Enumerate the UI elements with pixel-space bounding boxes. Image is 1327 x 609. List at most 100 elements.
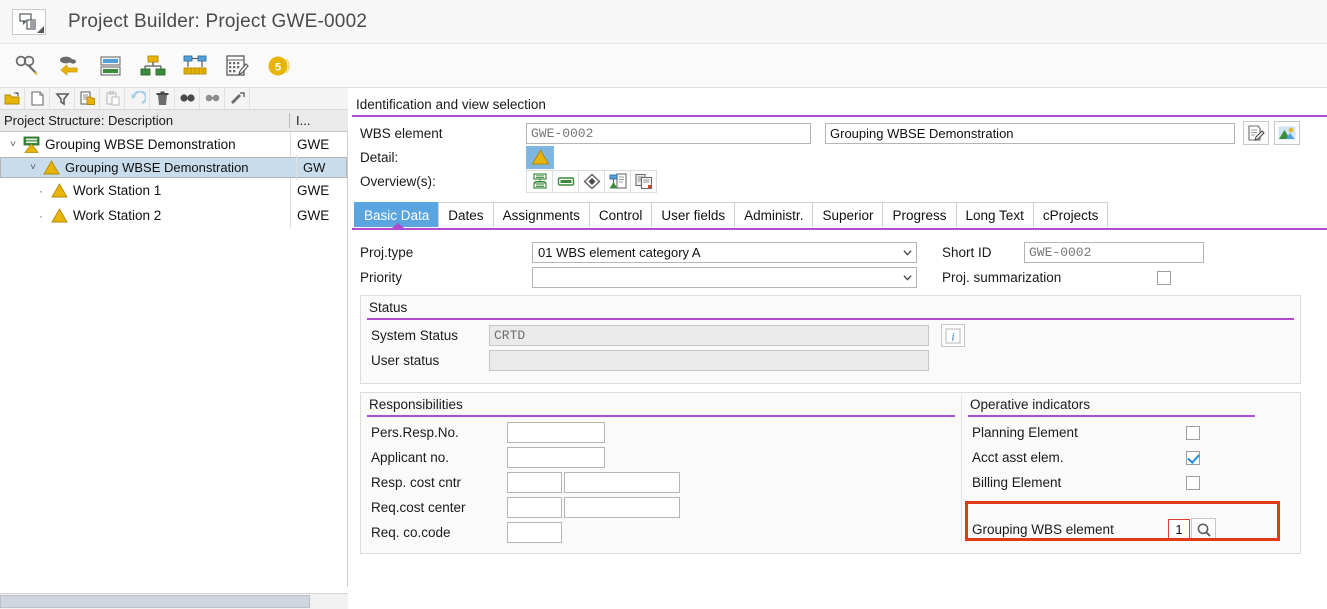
status-panel: Status System Status i User status	[360, 295, 1301, 384]
wbs-description-input[interactable]	[825, 122, 1235, 144]
wbs-element-input[interactable]	[526, 122, 811, 144]
planning-element-checkbox[interactable]	[1186, 425, 1200, 440]
graphic-view-icon[interactable]	[1274, 121, 1300, 145]
activity-overview-icon[interactable]	[552, 169, 579, 193]
resp-cost-cntr-input[interactable]	[507, 472, 562, 493]
identification-block: WBS element GWE-0002 Grouping WBSE Demon…	[352, 117, 1327, 193]
applicant-no-row: Applicant no.	[367, 445, 955, 470]
pers-resp-no-input[interactable]	[507, 422, 605, 443]
hierarchy-graphic-icon[interactable]	[136, 49, 170, 83]
pers-resp-no-label: Pers.Resp.No.	[371, 425, 459, 440]
tab-progress[interactable]: Progress	[882, 202, 957, 227]
material-overview-icon[interactable]	[604, 169, 631, 193]
req-co-code-label: Req. co.code	[371, 525, 451, 540]
filter-icon[interactable]	[50, 88, 75, 109]
tree-row-id: GWE	[290, 132, 347, 157]
tree-column-headers: Project Structure: Description I...	[0, 110, 348, 132]
overviews-row: Overview(s):	[358, 169, 1327, 193]
applicant-no-input[interactable]	[507, 447, 605, 468]
project-builder-icon[interactable]	[12, 8, 46, 35]
acct-asst-elem-row: Acct asst elem.	[968, 445, 1255, 470]
tab-user-fields[interactable]: User fields	[651, 202, 736, 227]
milestone-overview-icon[interactable]	[578, 169, 605, 193]
leaf-marker-icon: ·	[39, 208, 43, 223]
priority-row: Priority Proj. summarization	[356, 265, 1327, 290]
long-text-edit-icon[interactable]	[1243, 121, 1269, 145]
tab-bar: Basic Data Dates Assignments Control Use…	[352, 201, 1327, 228]
tree-row-work-station-1[interactable]: · Work Station 1 GWE	[0, 178, 347, 203]
tree-row-project-definition[interactable]: ˅ Grouping WBSE Demonstration GWE	[0, 132, 347, 157]
open-folder-icon[interactable]	[0, 88, 25, 109]
tab-assignments[interactable]: Assignments	[492, 202, 590, 227]
identification-section-title: Identification and view selection	[352, 95, 1327, 117]
expand-toggle-icon[interactable]: ˅	[26, 162, 40, 173]
search-help-icon[interactable]	[1191, 518, 1216, 541]
tree-toolbar	[0, 88, 348, 110]
info-icon[interactable]: i	[941, 324, 965, 347]
tree-row-id: GWE	[296, 155, 326, 180]
responsibilities-title: Responsibilities	[367, 395, 955, 417]
billing-element-label: Billing Element	[972, 475, 1062, 490]
priority-select[interactable]	[532, 267, 917, 288]
leaf-marker-icon: ·	[39, 183, 43, 198]
grouping-wbs-element-input[interactable]	[1168, 519, 1190, 540]
chevron-down-icon	[903, 249, 912, 256]
tree-column-id[interactable]: I...	[290, 113, 348, 128]
tree-column-description[interactable]: Project Structure: Description	[0, 113, 290, 128]
scrollbar-thumb[interactable]	[0, 595, 310, 608]
billing-element-row: Billing Element	[968, 470, 1255, 495]
tab-control[interactable]: Control	[588, 202, 653, 227]
short-id-label: Short ID	[942, 245, 992, 260]
tab-long-text[interactable]: Long Text	[955, 202, 1034, 227]
system-status-input[interactable]	[489, 325, 929, 346]
planning-board-icon[interactable]	[220, 49, 254, 83]
short-id-input[interactable]	[1024, 242, 1204, 263]
network-graphic-icon[interactable]	[178, 49, 212, 83]
tab-cprojects[interactable]: cProjects	[1032, 202, 1109, 227]
operative-indicators-title: Operative indicators	[968, 395, 1255, 417]
acct-asst-elem-checkbox[interactable]	[1186, 450, 1200, 465]
user-status-input[interactable]	[489, 350, 929, 371]
find-next-icon[interactable]	[200, 88, 225, 109]
delete-icon[interactable]	[150, 88, 175, 109]
project-builder-window: Project Builder: Project GWE-0002 5 Proj…	[0, 0, 1327, 609]
tab-administr[interactable]: Administr.	[734, 202, 814, 227]
tab-dates[interactable]: Dates	[438, 202, 494, 227]
svg-text:5: 5	[275, 61, 281, 73]
detail-row: Detail:	[358, 145, 1327, 169]
wbs-element-detail-icon[interactable]	[526, 145, 554, 169]
find-icon[interactable]	[175, 88, 200, 109]
document-overview-icon[interactable]	[630, 169, 657, 193]
undo-icon[interactable]	[125, 88, 150, 109]
billing-element-checkbox[interactable]	[1186, 475, 1200, 490]
display-change-icon[interactable]	[10, 49, 44, 83]
resp-cost-cntr-text-input[interactable]	[564, 472, 680, 493]
more-actions-icon[interactable]	[225, 88, 250, 109]
wbs-overview-icon[interactable]	[526, 169, 553, 193]
tree-row-wbs-selected[interactable]: ˅ Grouping WBSE Demonstration GWE	[0, 155, 347, 180]
tree-row-work-station-2[interactable]: · Work Station 2 GWE	[0, 203, 347, 228]
tab-superior[interactable]: Superior	[812, 202, 884, 227]
copy-icon[interactable]	[75, 88, 100, 109]
req-co-code-row: Req. co.code	[367, 520, 955, 545]
req-cost-center-input[interactable]	[507, 497, 562, 518]
wbs-element-icon	[48, 183, 70, 198]
overview-button-bar	[526, 169, 657, 193]
user-status-row: User status	[367, 348, 1294, 373]
proj-summarization-checkbox[interactable]	[1157, 270, 1171, 285]
new-document-icon[interactable]	[25, 88, 50, 109]
req-cost-center-text-input[interactable]	[564, 497, 680, 518]
tree-horizontal-scrollbar[interactable]	[0, 593, 348, 609]
proj-summarization-label: Proj. summarization	[942, 270, 1062, 285]
project-definition-icon[interactable]	[94, 49, 128, 83]
expand-toggle-icon[interactable]: ˅	[6, 139, 20, 150]
paste-icon[interactable]	[100, 88, 125, 109]
status-badge-icon[interactable]: 5	[262, 49, 296, 83]
wbs-element-label: WBS element	[360, 125, 443, 141]
proj-type-value: 01 WBS element category A	[538, 245, 701, 260]
title-bar: Project Builder: Project GWE-0002	[0, 0, 1327, 44]
req-co-code-input[interactable]	[507, 522, 562, 543]
proj-type-select[interactable]: 01 WBS element category A	[532, 242, 917, 263]
previous-object-icon[interactable]	[52, 49, 86, 83]
proj-type-label: Proj.type	[360, 245, 414, 260]
